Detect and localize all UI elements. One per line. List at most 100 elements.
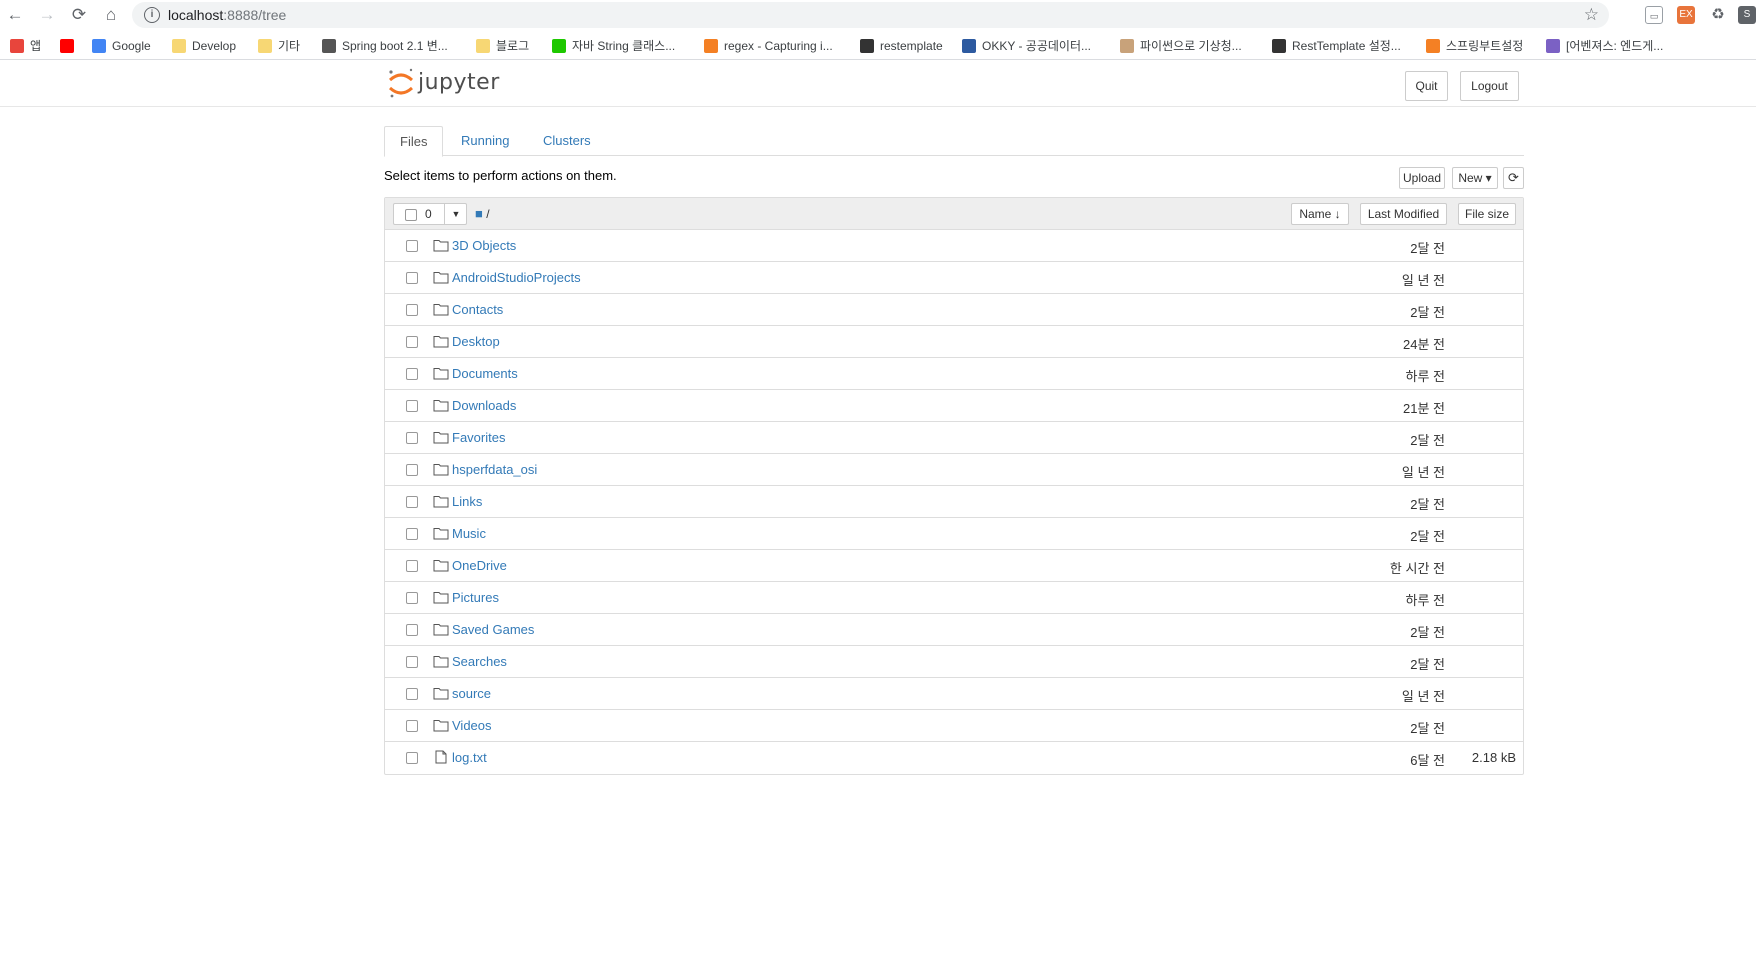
folder-link[interactable]: AndroidStudioProjects <box>452 270 581 285</box>
bookmark-item[interactable] <box>60 37 80 55</box>
home-icon[interactable]: ⌂ <box>100 4 122 26</box>
file-list-row[interactable]: Favorites 2달 전 <box>385 422 1523 454</box>
jupyter-logo-icon[interactable] <box>386 66 416 100</box>
row-checkbox[interactable] <box>406 496 418 508</box>
folder-link[interactable]: Searches <box>452 654 507 669</box>
folder-link[interactable]: Contacts <box>452 302 503 317</box>
file-list-row[interactable]: AndroidStudioProjects 일 년 전 <box>385 262 1523 294</box>
select-dropdown-caret-icon[interactable]: ▼ <box>444 204 467 224</box>
sort-by-name-button[interactable]: Name ↓ <box>1291 203 1349 225</box>
file-list-row[interactable]: OneDrive 한 시간 전 <box>385 550 1523 582</box>
select-all-control[interactable]: 0 ▼ <box>393 203 467 225</box>
folder-link[interactable]: OneDrive <box>452 558 507 573</box>
file-list-row[interactable]: 3D Objects 2달 전 <box>385 230 1523 262</box>
file-list-row[interactable]: Searches 2달 전 <box>385 646 1523 678</box>
breadcrumb-root[interactable]: / <box>486 207 489 221</box>
selected-count: 0 <box>425 207 432 221</box>
recycle-icon[interactable]: ♻ <box>1709 6 1727 24</box>
folder-link[interactable]: Saved Games <box>452 622 534 637</box>
extension-icon[interactable]: EX <box>1677 6 1695 24</box>
file-list-row[interactable]: log.txt 6달 전 2.18 kB <box>385 742 1523 774</box>
row-checkbox[interactable] <box>406 592 418 604</box>
bookmark-item[interactable]: Develop <box>172 37 236 55</box>
upload-button[interactable]: Upload <box>1399 167 1445 189</box>
profile-icon[interactable]: S <box>1738 6 1756 24</box>
row-checkbox[interactable] <box>406 624 418 636</box>
file-list-row[interactable]: Saved Games 2달 전 <box>385 614 1523 646</box>
folder-icon <box>433 624 449 636</box>
file-list-row[interactable]: Downloads 21분 전 <box>385 390 1523 422</box>
back-arrow-icon[interactable]: ← <box>4 4 26 26</box>
bookmark-item[interactable]: Spring boot 2.1 변... <box>322 37 448 55</box>
bookmark-item[interactable]: regex - Capturing i... <box>704 37 833 55</box>
address-bar[interactable]: i localhost:8888/tree ☆ <box>132 2 1609 28</box>
row-checkbox[interactable] <box>406 752 418 764</box>
new-dropdown-button[interactable]: New ▾ <box>1452 167 1498 189</box>
file-link[interactable]: log.txt <box>452 750 487 765</box>
folder-link[interactable]: hsperfdata_osi <box>452 462 537 477</box>
refresh-button[interactable]: ⟳ <box>1503 167 1524 189</box>
jupyter-logo-text[interactable]: jupyter <box>418 70 500 95</box>
forward-arrow-icon[interactable]: → <box>36 4 58 26</box>
bookmark-label: restemplate <box>880 39 943 53</box>
file-list-row[interactable]: Music 2달 전 <box>385 518 1523 550</box>
row-checkbox[interactable] <box>406 400 418 412</box>
bookmark-item[interactable]: RestTemplate 설정... <box>1272 37 1401 55</box>
site-info-icon[interactable]: i <box>144 7 160 23</box>
file-list-row[interactable]: Videos 2달 전 <box>385 710 1523 742</box>
file-list-row[interactable]: Contacts 2달 전 <box>385 294 1523 326</box>
row-checkbox[interactable] <box>406 304 418 316</box>
file-list-row[interactable]: Desktop 24분 전 <box>385 326 1523 358</box>
row-checkbox[interactable] <box>406 560 418 572</box>
select-all-checkbox[interactable] <box>405 209 417 221</box>
row-checkbox[interactable] <box>406 688 418 700</box>
folder-link[interactable]: Pictures <box>452 590 499 605</box>
row-checkbox[interactable] <box>406 656 418 668</box>
sort-by-last-modified-button[interactable]: Last Modified <box>1360 203 1447 225</box>
bookmark-item[interactable]: [어벤져스: 엔드게... <box>1546 37 1663 55</box>
bookmark-item[interactable]: Google <box>92 37 151 55</box>
bookmark-item[interactable]: 스프링부트설정 <box>1426 37 1523 55</box>
row-checkbox[interactable] <box>406 240 418 252</box>
cast-icon[interactable]: ▭ <box>1645 6 1663 24</box>
folder-link[interactable]: Music <box>452 526 486 541</box>
file-list-row[interactable]: Documents 하루 전 <box>385 358 1523 390</box>
url-text[interactable]: localhost:8888/tree <box>168 7 286 23</box>
row-checkbox[interactable] <box>406 272 418 284</box>
folder-link[interactable]: Videos <box>452 718 492 733</box>
file-list-row[interactable]: source 일 년 전 <box>385 678 1523 710</box>
tab-clusters[interactable]: Clusters <box>528 126 606 157</box>
bookmark-item[interactable]: 파이썬으로 기상청... <box>1120 37 1242 55</box>
row-checkbox[interactable] <box>406 720 418 732</box>
row-checkbox[interactable] <box>406 368 418 380</box>
file-list-row[interactable]: Pictures 하루 전 <box>385 582 1523 614</box>
file-list-row[interactable]: hsperfdata_osi 일 년 전 <box>385 454 1523 486</box>
folder-link[interactable]: Favorites <box>452 430 505 445</box>
folder-link[interactable]: 3D Objects <box>452 238 516 253</box>
row-checkbox[interactable] <box>406 432 418 444</box>
tab-files[interactable]: Files <box>384 126 444 157</box>
bookmark-star-icon[interactable]: ☆ <box>1584 5 1599 25</box>
folder-link[interactable]: source <box>452 686 491 701</box>
quit-button[interactable]: Quit <box>1405 71 1448 101</box>
row-checkbox[interactable] <box>406 528 418 540</box>
folder-link[interactable]: Desktop <box>452 334 500 349</box>
file-list-row[interactable]: Links 2달 전 <box>385 486 1523 518</box>
bookmark-item[interactable]: 기타 <box>258 37 300 55</box>
folder-link[interactable]: Documents <box>452 366 518 381</box>
sort-by-file-size-button[interactable]: File size <box>1458 203 1516 225</box>
bookmark-item[interactable]: OKKY - 공공데이터... <box>962 37 1091 55</box>
bookmark-item[interactable]: 자바 String 클래스... <box>552 37 675 55</box>
logout-button[interactable]: Logout <box>1460 71 1519 101</box>
folder-link[interactable]: Links <box>452 494 482 509</box>
bookmark-item[interactable]: 앱 <box>10 37 41 55</box>
row-checkbox[interactable] <box>406 336 418 348</box>
bookmark-item[interactable]: restemplate <box>860 37 943 55</box>
reload-icon[interactable]: ⟳ <box>68 4 90 26</box>
folder-link[interactable]: Downloads <box>452 398 516 413</box>
row-checkbox[interactable] <box>406 464 418 476</box>
breadcrumb[interactable]: ■ / <box>475 206 490 221</box>
folder-solid-icon: ■ <box>475 206 483 221</box>
bookmark-item[interactable]: 블로그 <box>476 37 529 55</box>
tab-running[interactable]: Running <box>446 126 524 157</box>
